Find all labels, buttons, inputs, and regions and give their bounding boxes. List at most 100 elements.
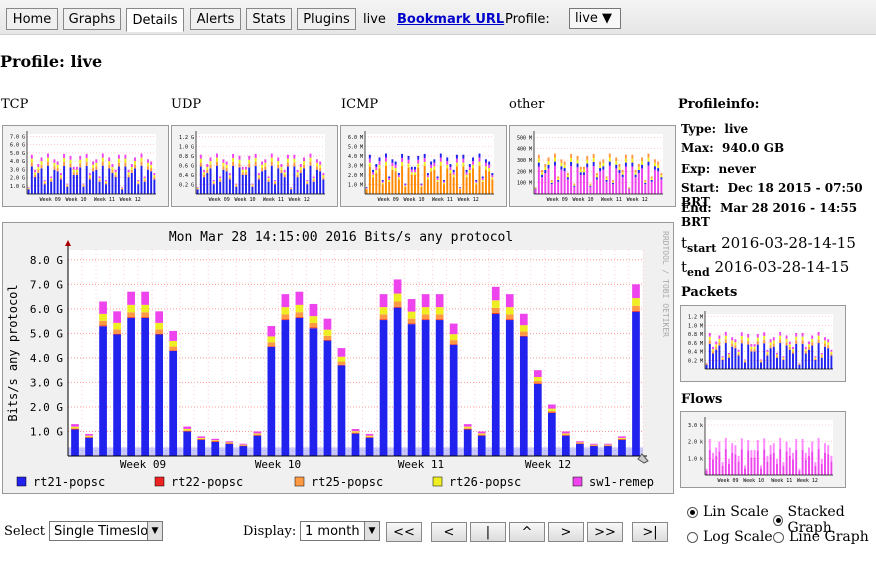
- thumb-bar: [274, 181, 276, 183]
- thumb-bar: [760, 465, 762, 469]
- other-thumbnail-graph[interactable]: 100 M 200 M 300 M 400 M 500 M Week 09 Week 10 W…: [509, 125, 676, 207]
- data-bar-sw1-remep: [267, 326, 276, 337]
- tab-details[interactable]: Details: [126, 8, 184, 32]
- thumb-bar: [576, 159, 579, 164]
- profile-select[interactable]: live ▼: [569, 8, 621, 29]
- data-bar-rt21-popsc: [155, 334, 164, 456]
- data-bar-rt22-popsc: [547, 412, 556, 413]
- nav-first-button[interactable]: <<: [386, 522, 422, 542]
- main-traffic-chart[interactable]: 1.0 G 2.0 G 3.0 G 4.0 G 5.0 G 6.0 G 7.0 G 8.0 G…: [2, 222, 674, 494]
- profileinfo-title: Profileinfo:: [678, 97, 760, 112]
- thumb-bar: [618, 173, 621, 194]
- tab-home[interactable]: Home: [6, 8, 58, 30]
- thumb-bar: [63, 165, 66, 194]
- thumb-bar: [34, 177, 37, 194]
- tab-plugins[interactable]: Plugins: [297, 8, 356, 30]
- thumb-bar: [653, 169, 656, 194]
- thumb-bar: [59, 173, 62, 176]
- thumb-bar: [747, 440, 750, 451]
- thumb-bar: [290, 187, 293, 189]
- thumb-bar: [270, 161, 273, 166]
- thumb-bar: [225, 161, 228, 165]
- thumb-bar: [756, 341, 759, 345]
- thumb-bar: [372, 177, 375, 194]
- data-bar-rt21-popsc: [435, 320, 444, 456]
- tcp-thumbnail-graph[interactable]: 1.0 G 2.0 G 3.0 G 4.0 G 5.0 G 6.0 G 7.0 G Week …: [2, 125, 169, 207]
- thumb-bar: [734, 342, 737, 346]
- thumb-bar: [384, 153, 387, 158]
- bookmark-url-link[interactable]: Bookmark URL: [397, 12, 504, 27]
- thumb-bar: [608, 161, 611, 166]
- category-icmp-label: ICMP: [341, 97, 379, 112]
- thumb-bar: [721, 356, 724, 358]
- thumb-bar: [612, 181, 614, 183]
- nav-next-button[interactable]: >: [548, 522, 584, 542]
- tab-alerts[interactable]: Alerts: [190, 8, 241, 30]
- thumb-bar: [206, 170, 209, 174]
- flows-thumbnail-graph[interactable]: 1.0 k 2.0 k 3.0 k Week 09 Week 10 Week 11 Week…: [680, 411, 846, 488]
- thumb-bar: [766, 349, 769, 352]
- thumb-bar: [712, 346, 714, 350]
- thumb-bar: [769, 445, 772, 455]
- legend-swatch: [294, 476, 305, 487]
- thumb-bar: [114, 169, 117, 173]
- thumb-bar: [375, 164, 378, 168]
- thumb-bar: [820, 354, 823, 357]
- nav-last-button[interactable]: >>: [587, 522, 623, 542]
- log-scale-radio[interactable]: Log Scale: [687, 529, 773, 545]
- packets-thumbnail-graph[interactable]: 0.2 M 0.4 M 0.6 M 0.8 M 1.0 M 1.2 M: [680, 305, 846, 382]
- thumb-bar: [650, 176, 653, 179]
- timeslot-select[interactable]: Single Timeslot ▼: [49, 521, 163, 541]
- thumb-bar: [785, 342, 788, 346]
- display-period-select[interactable]: 1 month ▼: [300, 521, 380, 541]
- tab-graphs[interactable]: Graphs: [63, 8, 121, 30]
- thumb-bar: [718, 441, 721, 452]
- thumb-bar: [478, 165, 481, 194]
- thumb-y-tick: 400 M: [517, 147, 532, 153]
- y-axis-label: Bits/s any protocol: [6, 284, 20, 421]
- thumb-bar: [423, 161, 426, 166]
- thumb-bar: [66, 184, 69, 186]
- data-bar-rt26-popsc: [576, 442, 584, 444]
- data-bar-sw1-remep: [197, 436, 206, 438]
- data-bar-rt25-popsc: [323, 335, 332, 340]
- icmp-thumbnail-graph[interactable]: 1.0 M 2.0 M 3.0 M 4.0 M 5.0 M 6.0 M Week 09 Wee…: [340, 125, 507, 207]
- thumb-bar: [30, 158, 33, 163]
- data-bar-rt22-popsc: [155, 333, 164, 335]
- thumb-bar: [541, 172, 544, 175]
- nav-prev-button[interactable]: <: [431, 522, 467, 542]
- lin-scale-radio[interactable]: Lin Scale: [687, 504, 769, 520]
- thumb-bar: [50, 176, 53, 179]
- nav-center-button[interactable]: |: [470, 522, 506, 542]
- thumb-bar: [475, 181, 478, 183]
- data-bar-sw1-remep: [309, 303, 318, 317]
- line-graph-radio[interactable]: Line Graph: [773, 529, 869, 545]
- nav-end-button[interactable]: >|: [632, 522, 668, 542]
- thumb-bar: [69, 163, 72, 168]
- thumb-bar: [817, 339, 820, 344]
- thumb-bar: [410, 166, 413, 170]
- thumb-bar: [637, 173, 640, 194]
- nav-up-button[interactable]: ^: [509, 522, 545, 542]
- thumb-bar: [124, 154, 127, 159]
- data-bar-rt26-popsc: [211, 440, 220, 441]
- thumb-bar: [612, 182, 614, 185]
- thumb-bar: [426, 177, 429, 180]
- data-bar-rt21-popsc: [141, 317, 149, 456]
- thumb-bar: [621, 172, 624, 175]
- thumb-bar: [756, 440, 759, 451]
- thumb-bar: [583, 174, 585, 194]
- thumb-bar: [728, 352, 730, 355]
- thumb-bar: [88, 177, 91, 180]
- thumb-bar: [251, 186, 254, 194]
- thumb-bar: [254, 161, 257, 166]
- tab-stats[interactable]: Stats: [246, 8, 292, 30]
- thumb-bar: [381, 184, 384, 194]
- thumb-bar: [763, 449, 766, 475]
- thumb-bar: [388, 179, 391, 182]
- current-profile-name: live: [363, 12, 386, 27]
- thumb-bar: [712, 452, 714, 460]
- data-bar-sw1-remep: [71, 424, 79, 427]
- thumb-bar: [724, 437, 727, 450]
- udp-thumbnail-graph[interactable]: 0.2 G 0.4 G 0.6 G 0.8 G 1.0 G 1.2 G Week 09 Wee…: [171, 125, 338, 207]
